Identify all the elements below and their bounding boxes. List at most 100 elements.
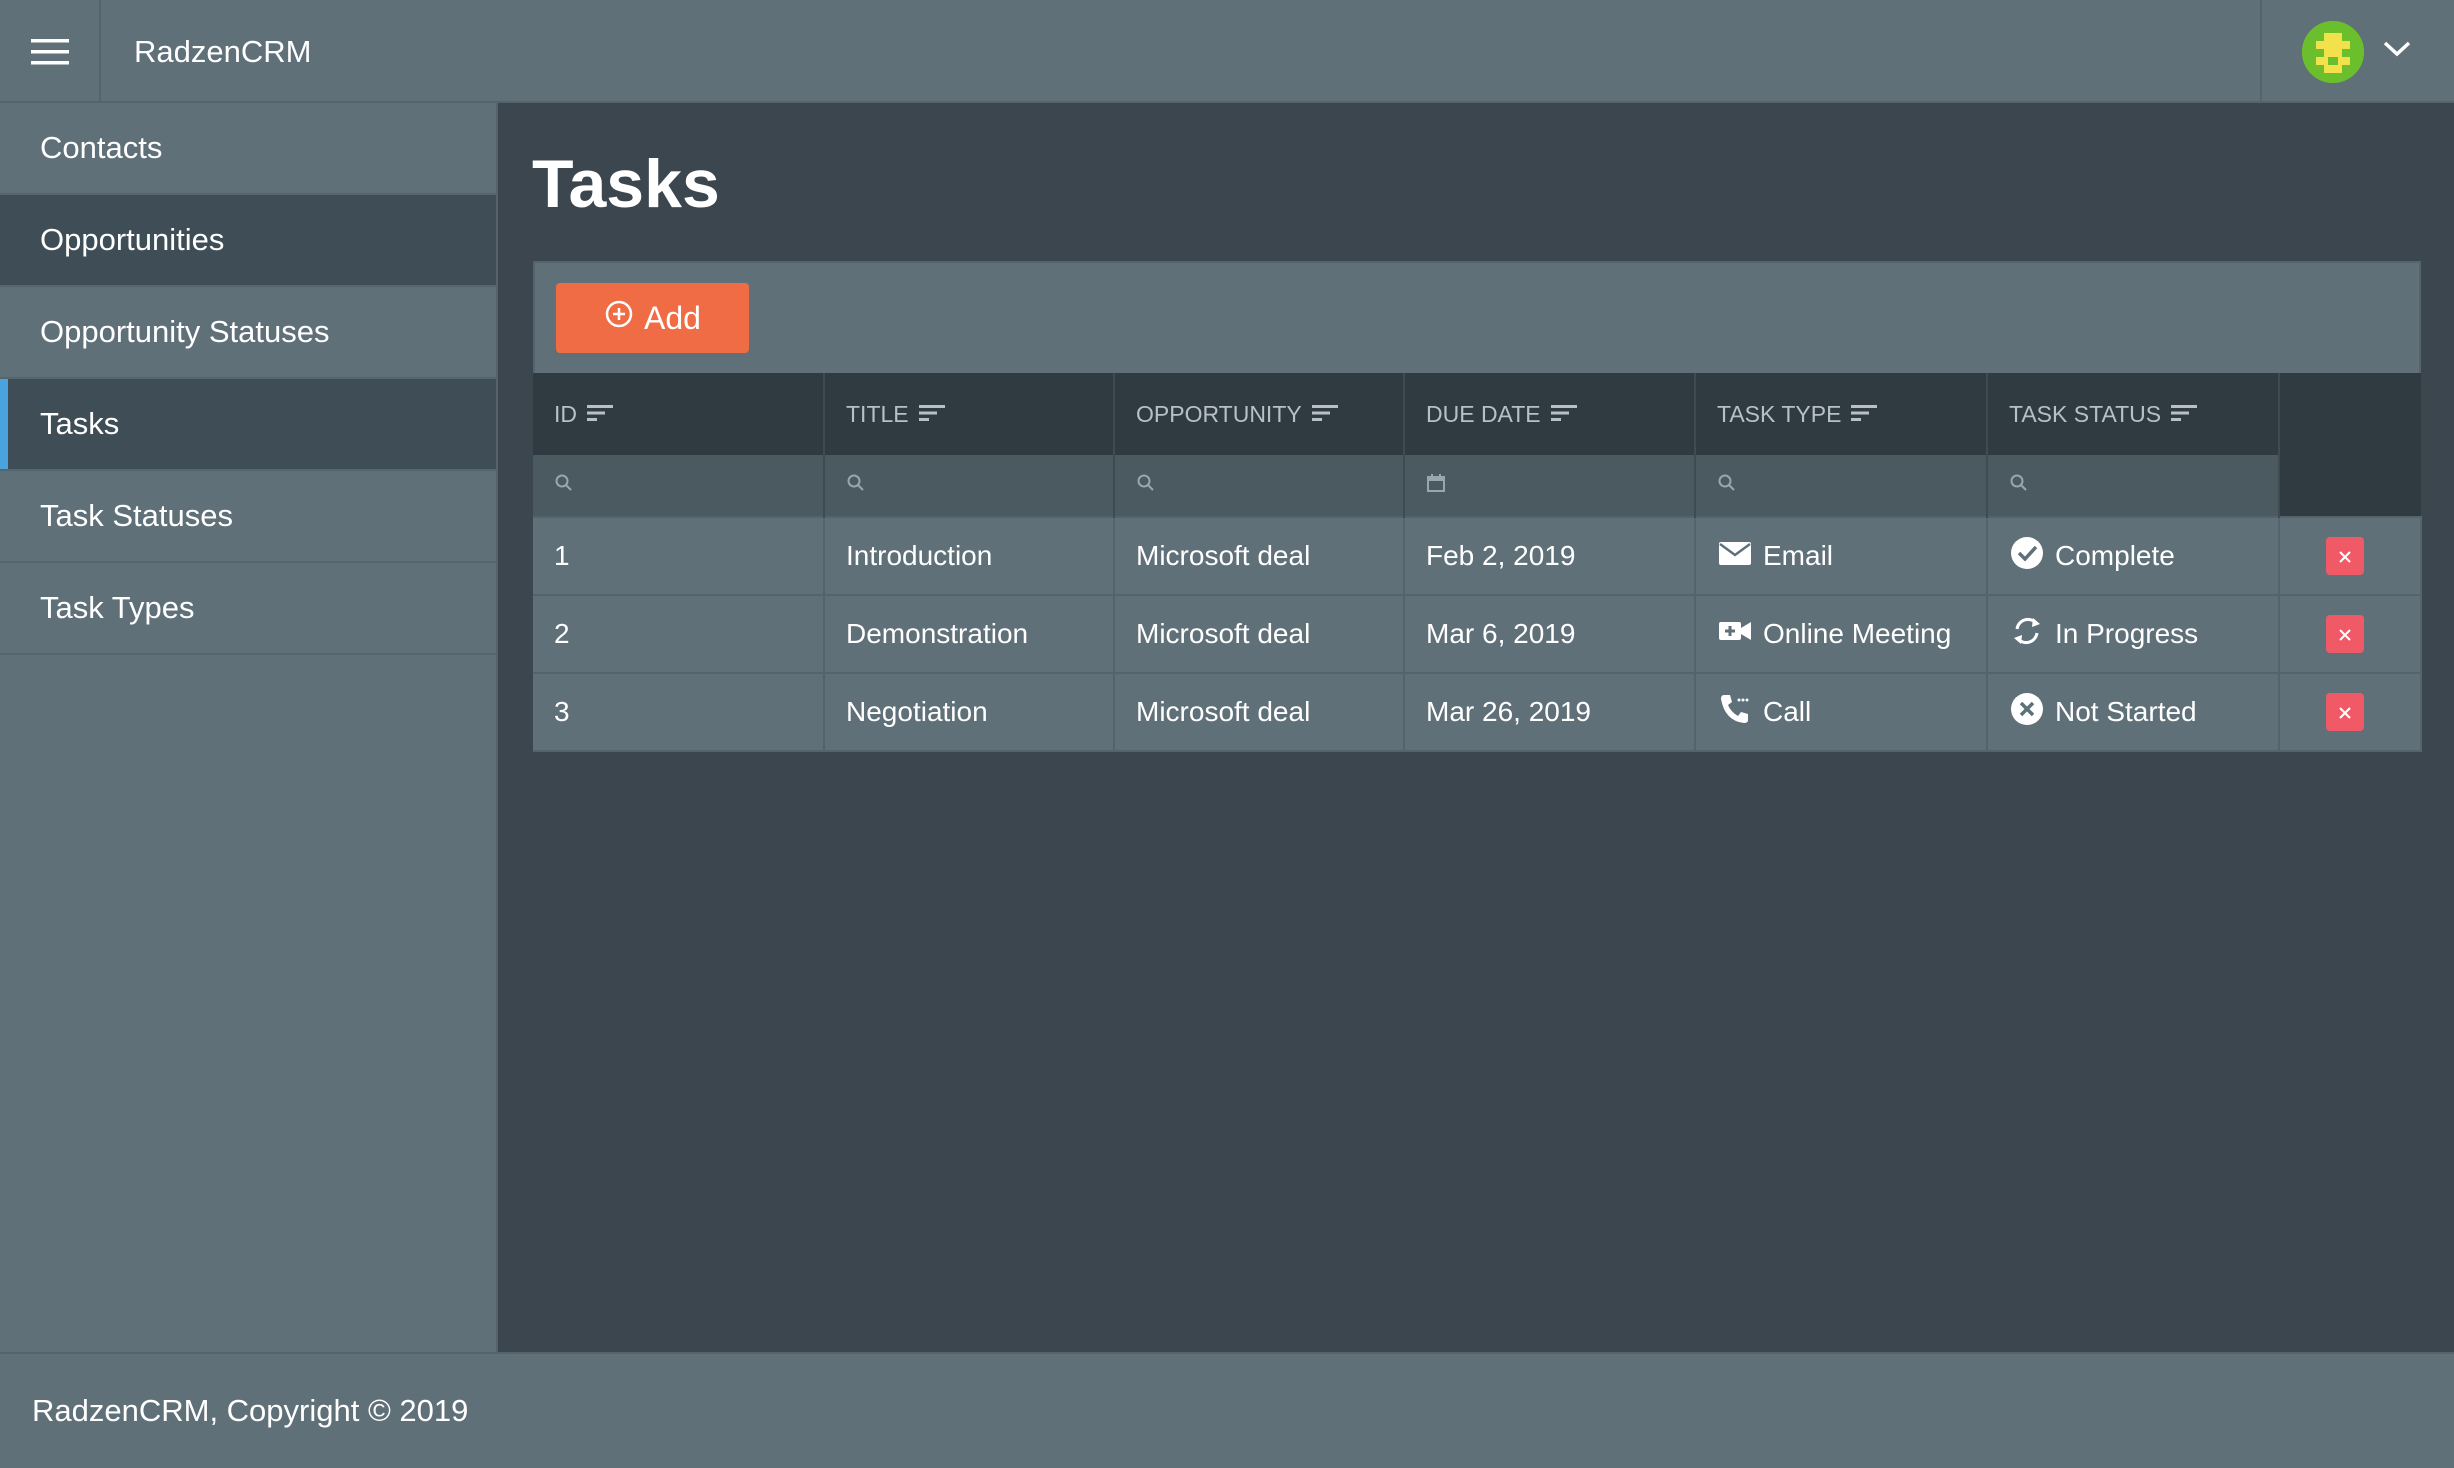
- search-icon: [846, 474, 866, 497]
- cell-opportunity: Microsoft deal: [1114, 672, 1405, 752]
- filter-id[interactable]: [533, 455, 825, 517]
- close-icon: [2337, 696, 2353, 728]
- add-button[interactable]: Add: [556, 283, 749, 353]
- delete-button[interactable]: [2326, 537, 2364, 575]
- close-icon: [2337, 540, 2353, 572]
- sort-icon[interactable]: [1550, 401, 1577, 428]
- table-row[interactable]: 2 Demonstration Microsoft deal Mar 6, 20…: [533, 594, 2422, 673]
- sidebar-item-label: Task Statuses: [40, 498, 233, 533]
- delete-button[interactable]: [2326, 615, 2364, 653]
- table-row[interactable]: 3 Negotiation Microsoft deal Mar 26, 201…: [533, 672, 2422, 752]
- user-avatar-icon[interactable]: [2302, 20, 2364, 83]
- app-title: RadzenCRM: [134, 33, 312, 69]
- tasks-grid: Add ID TITLE OPPORTUNITY DUE DATE TASK T…: [533, 261, 2422, 752]
- sidebar-item-opportunities[interactable]: Opportunities: [0, 195, 496, 287]
- sidebar-item-contacts[interactable]: Contacts: [0, 103, 496, 195]
- column-header-id[interactable]: ID: [533, 373, 825, 455]
- search-icon: [554, 474, 574, 497]
- cell-task-status: Complete: [1987, 516, 2280, 595]
- sidebar-item-label: Contacts: [40, 130, 163, 165]
- sort-icon[interactable]: [2171, 401, 2198, 428]
- cell-opportunity: Microsoft deal: [1114, 594, 1405, 673]
- column-header-task-type[interactable]: TASK TYPE: [1695, 373, 1988, 455]
- top-header: RadzenCRM: [0, 0, 2454, 103]
- sort-icon[interactable]: [1311, 401, 1338, 428]
- cell-actions: [2279, 672, 2422, 752]
- sidebar-item-label: Opportunity Statuses: [40, 314, 330, 349]
- sort-icon[interactable]: [918, 401, 945, 428]
- sync-icon: [2009, 613, 2045, 656]
- cell-id: 2: [533, 594, 825, 673]
- plus-circle-icon: [604, 299, 634, 337]
- column-header-label: TASK TYPE: [1717, 400, 1842, 427]
- footer: RadzenCRM, Copyright © 2019: [0, 1352, 2454, 1468]
- filter-task-type[interactable]: [1695, 455, 1988, 517]
- cell-task-status: In Progress: [1987, 594, 2280, 673]
- cell-opportunity: Microsoft deal: [1114, 516, 1405, 595]
- search-icon: [2009, 474, 2029, 497]
- sort-icon[interactable]: [587, 401, 613, 428]
- cell-due-date: Mar 26, 2019: [1404, 672, 1696, 752]
- calendar-icon: [1426, 474, 1446, 497]
- cell-task-status: Not Started: [1987, 672, 2280, 752]
- cell-due-date: Mar 6, 2019: [1404, 594, 1696, 673]
- video-camera-icon: [1717, 613, 1753, 656]
- phone-icon: [1717, 691, 1753, 734]
- cell-task-type: Email: [1695, 516, 1988, 595]
- sidebar-item-task-statuses[interactable]: Task Statuses: [0, 471, 496, 563]
- cell-id: 1: [533, 516, 825, 595]
- grid-toolbar: Add: [533, 261, 2421, 373]
- table-row[interactable]: 1 Introduction Microsoft deal Feb 2, 201…: [533, 516, 2422, 595]
- add-button-label: Add: [644, 299, 701, 336]
- column-header-label: OPPORTUNITY: [1136, 400, 1302, 427]
- profile-menu[interactable]: [2260, 0, 2454, 103]
- x-circle-icon: [2009, 691, 2045, 734]
- cell-title: Introduction: [824, 516, 1115, 595]
- column-header-due-date[interactable]: DUE DATE: [1404, 373, 1696, 455]
- filter-task-status[interactable]: [1987, 455, 2280, 517]
- cell-task-type: Call: [1695, 672, 1988, 752]
- sidebar-item-opportunity-statuses[interactable]: Opportunity Statuses: [0, 287, 496, 379]
- column-header-opportunity[interactable]: OPPORTUNITY: [1114, 373, 1405, 455]
- sidebar-item-label: Task Types: [40, 590, 195, 625]
- sidebar-item-tasks[interactable]: Tasks: [0, 379, 496, 471]
- close-icon: [2337, 618, 2353, 650]
- cell-id: 3: [533, 672, 825, 752]
- check-circle-icon: [2009, 535, 2045, 578]
- cell-actions: [2279, 594, 2422, 673]
- task-type-label: Online Meeting: [1763, 618, 1952, 649]
- cell-title: Demonstration: [824, 594, 1115, 673]
- column-header-label: TITLE: [846, 400, 909, 427]
- sort-icon[interactable]: [1851, 401, 1878, 428]
- footer-copyright: RadzenCRM, Copyright © 2019: [32, 1393, 469, 1428]
- column-header-label: DUE DATE: [1426, 400, 1541, 427]
- search-icon: [1136, 474, 1156, 497]
- hamburger-menu-icon[interactable]: [0, 0, 101, 103]
- task-type-label: Call: [1763, 696, 1812, 727]
- header-row: ID TITLE OPPORTUNITY DUE DATE TASK TYPE …: [533, 373, 2421, 517]
- column-header-actions: [2279, 373, 2421, 517]
- email-icon: [1717, 535, 1753, 578]
- sidebar: Contacts Opportunities Opportunity Statu…: [0, 103, 498, 1352]
- task-status-label: Not Started: [2055, 696, 2197, 727]
- filter-row: [533, 455, 2421, 517]
- delete-button[interactable]: [2326, 693, 2364, 731]
- cell-title: Negotiation: [824, 672, 1115, 752]
- filter-title[interactable]: [824, 455, 1115, 517]
- task-type-label: Email: [1763, 540, 1834, 571]
- chevron-down-icon[interactable]: [2382, 39, 2412, 64]
- sidebar-item-label: Tasks: [40, 406, 120, 441]
- column-header-task-status[interactable]: TASK STATUS: [1987, 373, 2280, 455]
- task-status-label: In Progress: [2055, 618, 2199, 649]
- filter-opportunity[interactable]: [1114, 455, 1405, 517]
- sidebar-item-label: Opportunities: [40, 222, 225, 257]
- sidebar-item-task-types[interactable]: Task Types: [0, 563, 496, 655]
- cell-due-date: Feb 2, 2019: [1404, 516, 1696, 595]
- search-icon: [1717, 474, 1737, 497]
- filter-due-date[interactable]: [1404, 455, 1696, 517]
- tasks-table: ID TITLE OPPORTUNITY DUE DATE TASK TYPE …: [533, 373, 2422, 752]
- column-header-title[interactable]: TITLE: [824, 373, 1115, 455]
- task-status-label: Complete: [2055, 540, 2175, 571]
- column-header-label: ID: [554, 400, 577, 427]
- page-title: Tasks: [532, 146, 720, 222]
